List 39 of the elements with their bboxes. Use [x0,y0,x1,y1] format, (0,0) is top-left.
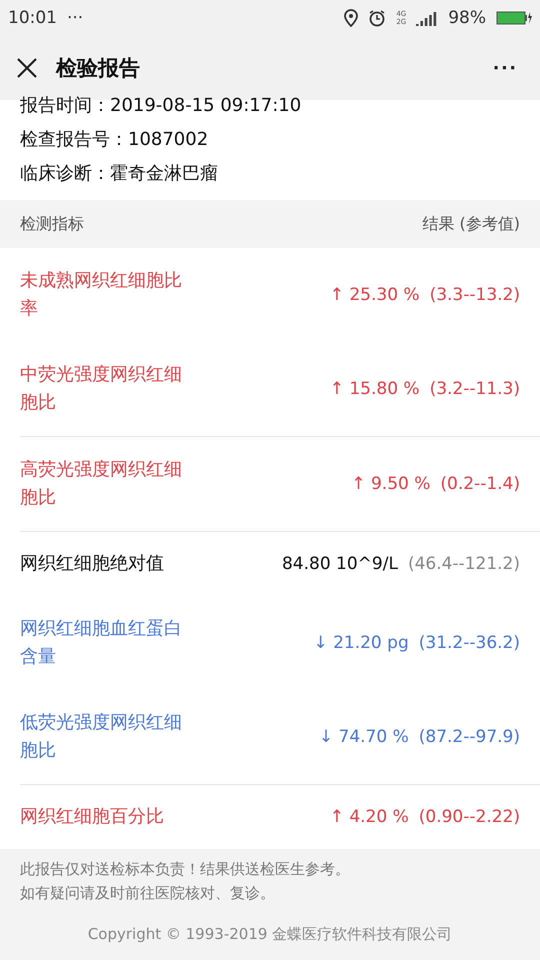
column-header: 检测指标 [20,214,84,234]
page-title: 检验报告 [56,55,141,82]
test-name: 高荧光强度网织红细胞比 [20,458,183,510]
test-result: ↑ 4.20 % [330,807,409,827]
reference-range: (3.2--11.3) [430,379,520,399]
signal-icon [416,10,438,26]
test-name: 网织红细胞绝对值 [20,552,165,576]
disclaimer-text: 如有疑问请及时前往医院核对、复诊。 [20,883,276,904]
battery-percent: 98% [448,8,486,28]
notification-dots: ··· [67,8,84,28]
reference-range: (87.2--97.9) [418,727,520,747]
alarm-icon [368,9,386,27]
test-result: ↓ 21.20 pg [313,633,409,653]
info-line: 临床诊断：霍奇金淋巴瘤 [20,162,219,186]
more-menu-button[interactable]: ··· [487,55,524,81]
reference-range: (3.3--13.2) [430,285,520,305]
test-result: ↑ 9.50 % [351,474,430,494]
test-name: 低荧光强度网织红细胞比 [20,711,183,763]
column-header: 结果 (参考值) [422,214,520,234]
test-name: 未成熟网织红细胞比率 [20,269,183,321]
test-name: 中荧光强度网织红细胞比 [20,363,183,415]
reference-range: (0.2--1.4) [440,474,520,494]
info-line: 报告时间：2019-08-15 09:17:10 [20,94,302,118]
battery-icon [496,10,532,26]
reference-range: (31.2--36.2) [418,633,520,653]
disclaimer-text: 此报告仅对送检标本负责！结果供送检医生参考。 [20,859,351,880]
clock-time: 10:01 [8,8,57,28]
close-icon[interactable] [16,57,38,79]
location-icon [344,9,358,27]
info-line: 检查报告号：1087002 [20,128,210,152]
test-result: 84.80 10^9/L [282,554,398,574]
test-name: 网织红细胞血红蛋白含量 [20,617,183,669]
copyright-text: Copyright © 1993-2019 金蝶医疗软件科技有限公司 [86,925,454,944]
test-name: 网织红细胞百分比 [20,805,165,829]
reference-range: (0.90--2.22) [418,807,520,827]
test-result: ↑ 25.30 % [330,285,420,305]
test-result: ↓ 74.70 % [318,727,409,747]
test-result: ↑ 15.80 % [330,379,420,399]
reference-range: (46.4--121.2) [408,554,520,574]
